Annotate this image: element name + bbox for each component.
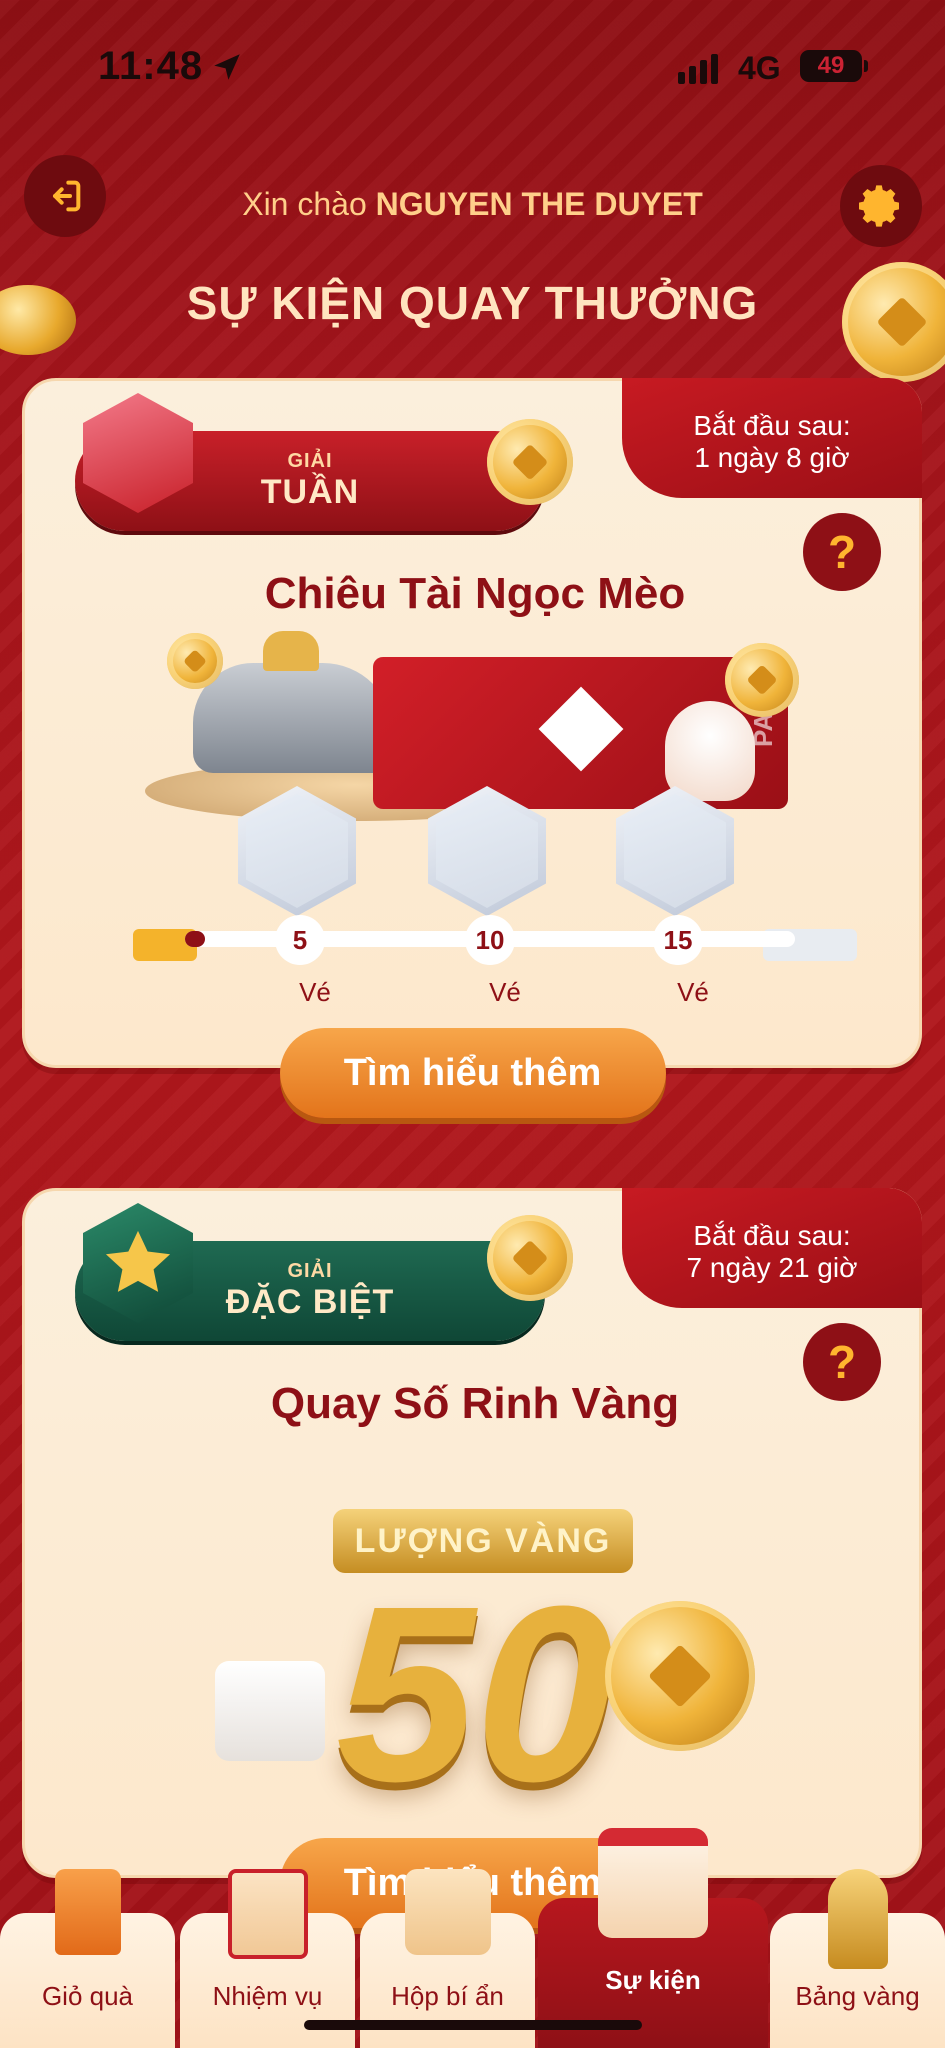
status-bar: 11:48 4G 49: [0, 0, 945, 140]
techcombank-logo-icon: [538, 686, 624, 772]
network-type: 4G: [738, 50, 781, 86]
ticket-progress-bar: 5 10 15: [175, 915, 795, 965]
timer-value: 1 ngày 8 giờ: [694, 442, 850, 473]
event-title: Chiêu Tài Ngọc Mèo: [264, 569, 686, 618]
nav-label: Giỏ quà: [41, 1981, 134, 2011]
timer-value: 7 ngày 21 giờ: [686, 1252, 858, 1283]
timer-label: Bắt đầu sau:: [693, 1220, 851, 1251]
trophy-icon: [827, 1869, 888, 1969]
gold-coin-decoration: [725, 643, 799, 717]
milestone-15: 15: [653, 915, 703, 965]
battery-icon: 49: [800, 50, 868, 82]
nav-label: Hộp bí ẩn: [391, 1981, 504, 2011]
task-list-icon: [227, 1869, 308, 1959]
learn-more-button-weekly[interactable]: Tìm hiểu thêm: [279, 1028, 666, 1118]
progress-fill: [185, 931, 205, 947]
gold-50-number: 50: [335, 1554, 615, 1833]
gift-bag-icon: [54, 1869, 121, 1955]
battery-level: 49: [817, 52, 845, 79]
ribbon-big-label: TUẦN: [260, 473, 360, 511]
gift-bow-icon: [263, 631, 319, 671]
special-event-card: GIẢI ĐẶC BIỆT Bắt đầu sau: 7 ngày 21 giờ…: [22, 1188, 922, 1878]
gift-box-icon: [215, 1661, 325, 1761]
milestone-5: 5: [275, 915, 325, 965]
location-arrow-icon: [214, 54, 240, 80]
page-title: SỰ KIỆN QUAY THƯỞNG: [186, 277, 759, 329]
calendar-icon: [598, 1828, 708, 1938]
gold-coin-decoration: [167, 633, 223, 689]
gold-coin-decoration: [842, 262, 945, 382]
user-name: NGUYEN THE DUYET: [375, 186, 703, 222]
timer-label: Bắt đầu sau:: [693, 410, 851, 441]
gold-coin-decoration: [487, 419, 573, 505]
countdown-timer: Bắt đầu sau: 1 ngày 8 giờ: [622, 378, 922, 498]
countdown-timer: Bắt đầu sau: 7 ngày 21 giờ: [622, 1188, 922, 1308]
home-indicator: [304, 2020, 642, 2030]
milestone-unit: Vé: [677, 977, 709, 1007]
greeting-prefix: Xin chào: [242, 186, 367, 222]
gold-coin-decoration: [605, 1601, 755, 1751]
signal-icon: [678, 54, 718, 84]
milestone-unit: Vé: [299, 977, 331, 1007]
lucky-cat-icon: [665, 701, 755, 801]
nav-label: Bảng vàng: [795, 1981, 920, 2011]
gold-coin-decoration: [487, 1215, 573, 1301]
mystery-box-icon: [404, 1869, 491, 1955]
milestone-10: 10: [465, 915, 515, 965]
event-title: Quay Số Rinh Vàng: [270, 1379, 680, 1428]
status-time: 11:48: [98, 44, 204, 88]
weekly-event-card: GIẢI TUẦN Bắt đầu sau: 1 ngày 8 giờ ? Ch…: [22, 378, 922, 1068]
ribbon-small-label: GIẢI: [287, 450, 333, 472]
greeting: Xin chào NGUYEN THE DUYET: [0, 186, 945, 223]
nav-label: Nhiệm vụ: [212, 1981, 323, 2011]
ribbon-small-label: GIẢI: [287, 1260, 333, 1282]
milestone-unit: Vé: [489, 977, 521, 1007]
nav-item-gio-qua[interactable]: Giỏ quà: [0, 1869, 175, 2048]
nav-item-bang-vang[interactable]: Bảng vàng: [770, 1869, 945, 2048]
ribbon-big-label: ĐẶC BIỆT: [225, 1283, 395, 1321]
nav-label: Sự kiện: [605, 1965, 701, 1995]
car-prize: [193, 663, 393, 773]
